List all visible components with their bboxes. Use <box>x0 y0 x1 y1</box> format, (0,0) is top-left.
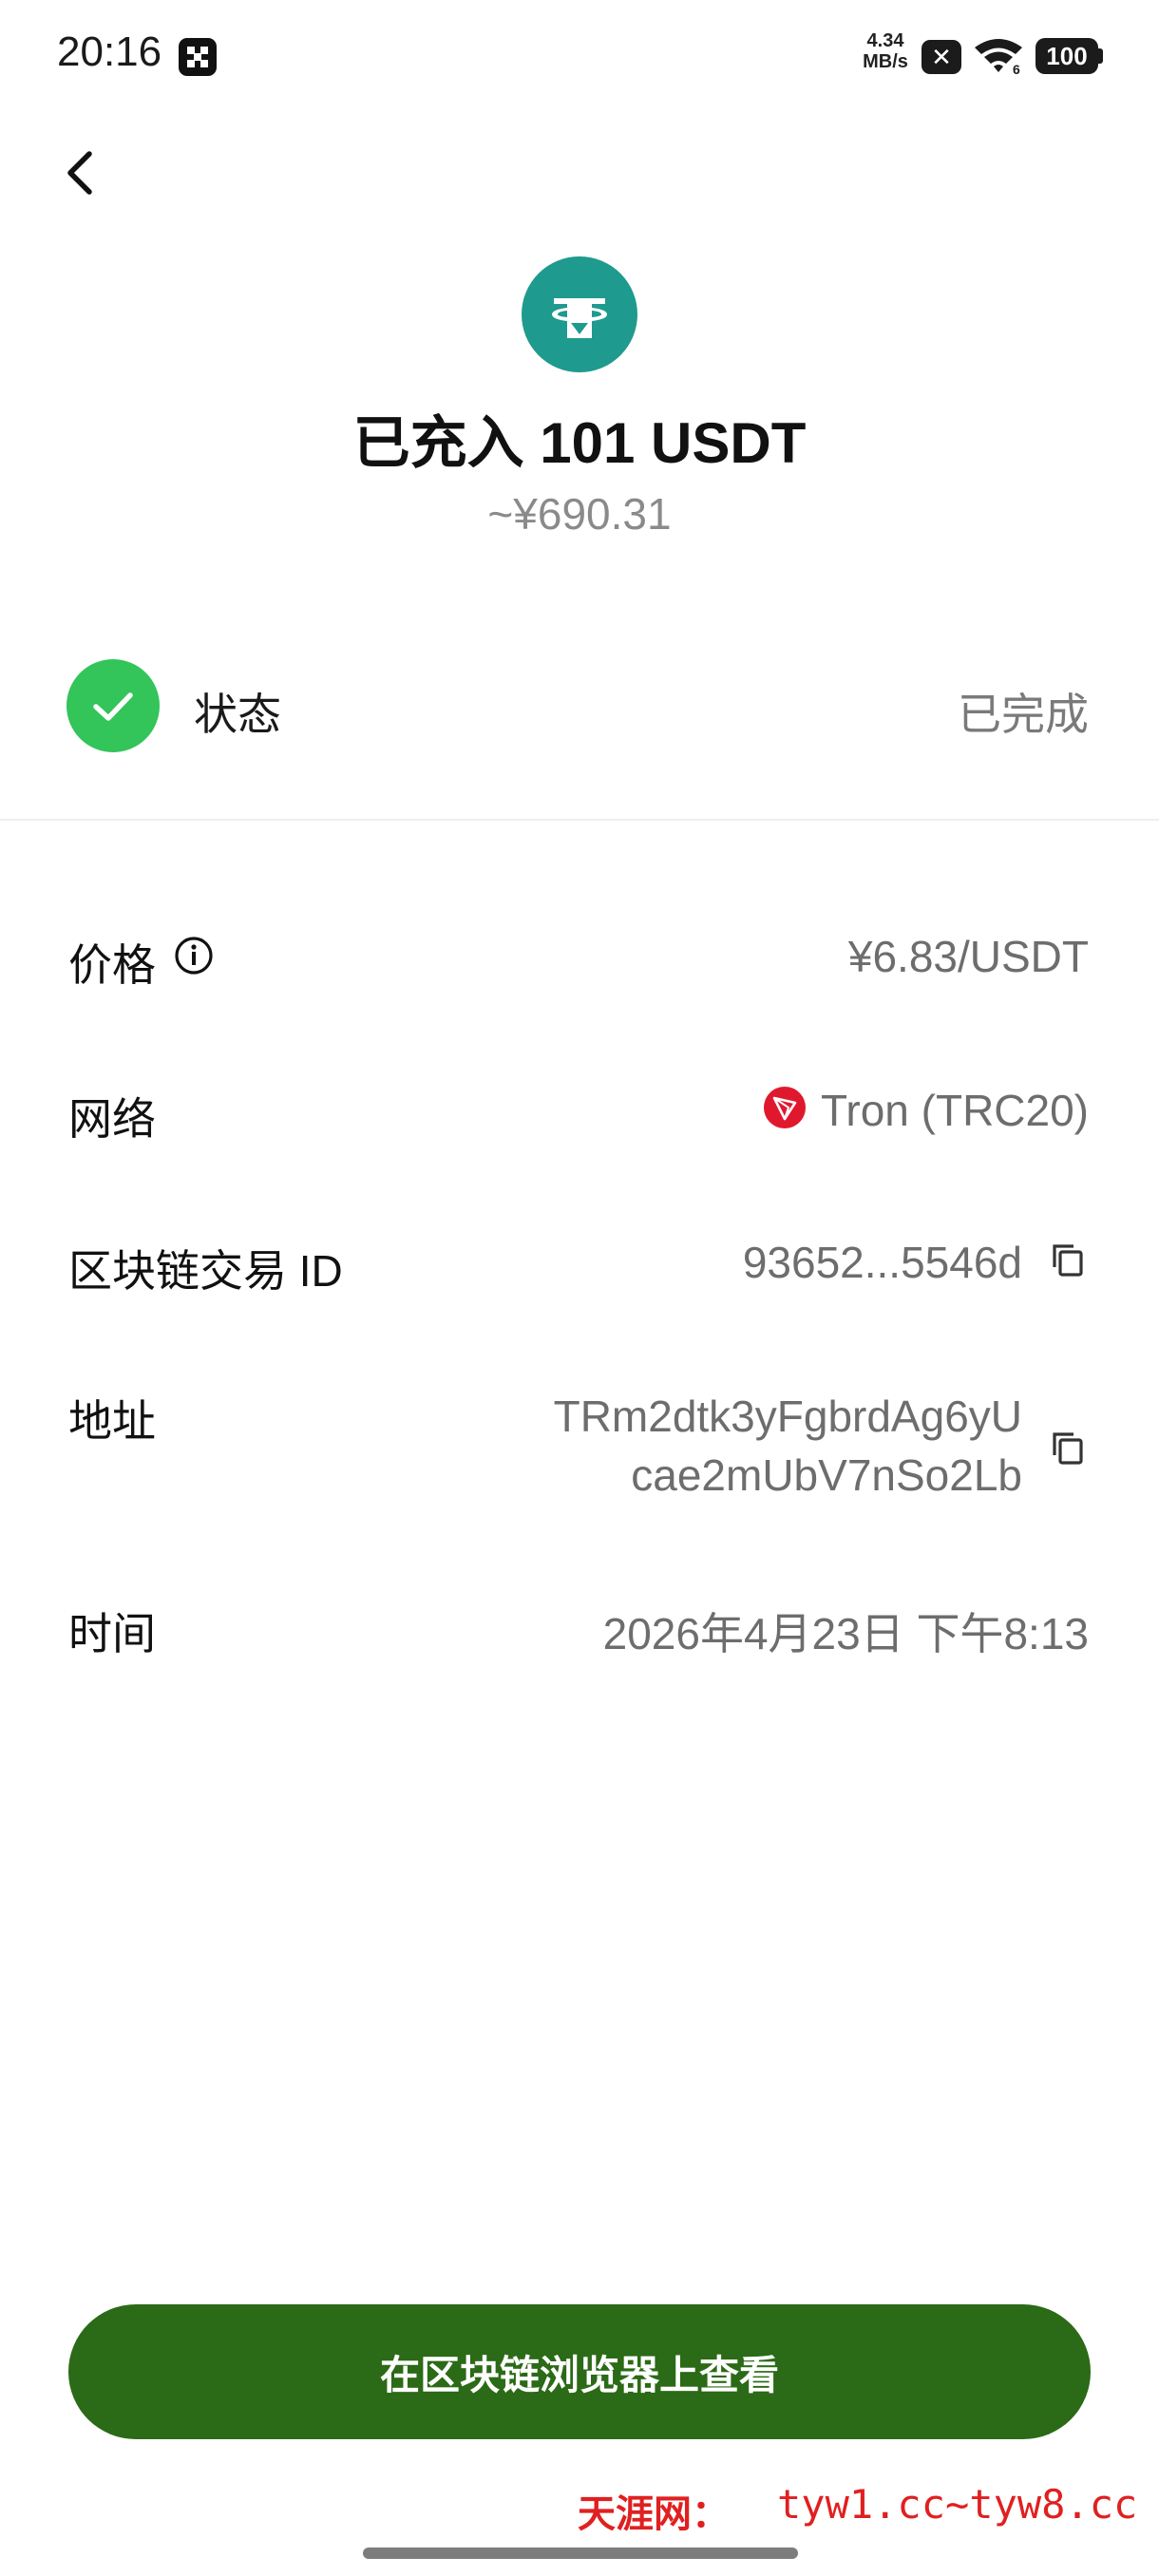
status-time: 20:16 <box>57 28 162 75</box>
address-value[interactable]: TRm2dtk3yFgbrdAg6yU cae2mUbV7nSo2Lb <box>554 1387 1022 1505</box>
fiat-equivalent: ~¥690.31 <box>487 489 672 539</box>
price-label: 价格 <box>68 940 156 990</box>
back-button[interactable] <box>57 146 104 199</box>
tron-icon <box>764 1087 806 1128</box>
view-on-explorer-button[interactable]: 在区块链浏览器上查看 <box>68 2304 1091 2439</box>
network-speed-unit: MB/s <box>863 51 908 72</box>
tx-id-value[interactable]: 93652...5546d <box>743 1237 1022 1288</box>
chevron-left-icon <box>67 151 92 195</box>
network-speed-value: 4.34 <box>866 30 904 51</box>
copy-icon[interactable] <box>1049 1429 1087 1467</box>
watermark-domains: tyw1.cc~tyw8.cc <box>777 2481 1138 2528</box>
status-label: 状态 <box>194 690 281 739</box>
battery-tip <box>1098 48 1103 64</box>
tx-id-label: 区块链交易 ID <box>68 1246 343 1296</box>
wifi-6-icon: 6 <box>971 34 1026 77</box>
watermark-site-name: 天涯网： <box>578 2491 730 2536</box>
check-circle-icon <box>66 659 160 752</box>
divider <box>0 819 1159 821</box>
grid-app-icon <box>179 38 217 76</box>
deposit-amount-title: 已充入 101 USDT <box>352 411 807 475</box>
time-label: 时间 <box>68 1609 156 1658</box>
address-label: 地址 <box>68 1396 156 1446</box>
svg-text:6: 6 <box>1013 62 1020 76</box>
info-icon[interactable] <box>173 935 215 976</box>
tether-usdt-icon <box>522 256 637 372</box>
network-speed: 4.34 MB/s <box>859 30 912 72</box>
address-line-1: TRm2dtk3yFgbrdAg6yU <box>553 1392 1022 1441</box>
status-value: 已完成 <box>958 690 1089 739</box>
network-label: 网络 <box>68 1094 156 1144</box>
no-sim-icon: ✕ <box>922 40 961 74</box>
price-value: ¥6.83/USDT <box>847 932 1089 981</box>
network-value: Tron (TRC20) <box>821 1086 1089 1135</box>
copy-icon[interactable] <box>1049 1241 1087 1279</box>
time-value: 2026年4月23日 下午8:13 <box>602 1609 1089 1658</box>
home-indicator[interactable] <box>363 2548 798 2559</box>
address-line-2: cae2mUbV7nSo2Lb <box>631 1450 1022 1500</box>
battery-indicator: 100 <box>1036 38 1098 74</box>
